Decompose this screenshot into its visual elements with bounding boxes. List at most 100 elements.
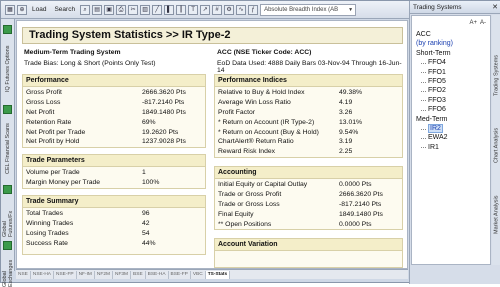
- right-tab-strip: Trading Systems Chart Analysis Market An…: [492, 15, 500, 265]
- table-row: Success Rate 44%: [26, 239, 156, 247]
- settings-icon[interactable]: ⚙: [224, 4, 235, 15]
- trade-summary-section: Trade Summary Total Trades 96 Winning Tra…: [22, 195, 206, 255]
- tree-item-ewa2[interactable]: EWA2: [416, 133, 490, 142]
- tree-item-ir1[interactable]: IR1: [416, 143, 490, 152]
- tree-item-ffo5[interactable]: FFO5: [416, 77, 490, 86]
- search-icon[interactable]: ⌕: [80, 4, 91, 15]
- indicator-select[interactable]: Absolute Breadth Index (AB ▼: [260, 3, 357, 16]
- table-row: Net Profit 1849.1480 Pts: [26, 108, 186, 116]
- tree-item-ffo3[interactable]: FFO3: [416, 96, 490, 105]
- tab-market-analysis[interactable]: Market Analysis: [492, 185, 500, 245]
- save-icon[interactable]: ▣: [104, 4, 115, 15]
- table-row: Reward Risk Index 2.25: [218, 148, 353, 156]
- chart-icon[interactable]: ▥: [140, 4, 151, 15]
- font-decrease-button[interactable]: A-: [480, 20, 486, 26]
- tree-item-ir2[interactable]: IR2: [416, 123, 490, 133]
- tree-item-by-ranking[interactable]: (by ranking): [416, 39, 490, 48]
- table-row: Gross Loss -817.2140 Pts: [26, 99, 185, 107]
- print-icon[interactable]: ⎙: [116, 4, 127, 15]
- performance-section: Performance Gross Profit 2666.3620 Pts Gr…: [22, 74, 206, 148]
- futures-options-icon: [3, 25, 12, 34]
- grid2-icon[interactable]: #: [212, 4, 223, 15]
- tree-item-ffo1[interactable]: FFO1: [416, 68, 490, 77]
- tree-item-ffo2[interactable]: FFO2: [416, 86, 490, 95]
- table-row: Net Profit per Trade 19.2620 Pts: [26, 128, 179, 136]
- tab-trading-systems[interactable]: Trading Systems: [492, 45, 500, 105]
- page-title: Trading System Statistics >> IR Type-2: [22, 27, 403, 44]
- text-icon[interactable]: T: [188, 4, 199, 15]
- ticker-name: ACC (NSE Ticker Code: ACC): [217, 49, 312, 56]
- tab-nse-ha[interactable]: NSE-HA: [31, 270, 54, 279]
- font-increase-button[interactable]: A+: [469, 20, 477, 26]
- performance-indices-section: Performance Indices Relative to Buy & Ho…: [214, 74, 403, 158]
- search-button[interactable]: Search: [51, 6, 78, 13]
- table-row: Gross Profit 2666.3620 Pts: [26, 89, 186, 97]
- top-toolbar: ▦ ⊕ Load Search ⌕ ▤ ▣ ⎙ ✂ ▥ ╱ ▌ ┃ T ↗ # …: [1, 1, 409, 19]
- table-row: Trade or Gross Profit 2666.3620 Pts: [218, 191, 383, 199]
- account-variation-section: Account Variation: [214, 238, 403, 268]
- tab-bse-ha[interactable]: BSE-HA: [146, 270, 169, 279]
- tab-global-futures[interactable]: Global Futures/Fx: [2, 197, 14, 237]
- table-row: Retention Rate 69%: [26, 118, 156, 126]
- tab-nf3m[interactable]: NF3M: [113, 270, 132, 279]
- table-row: Winning Trades 42: [26, 220, 150, 228]
- table-row: Initial Equity or Capital Outlay 0.0000 P…: [218, 181, 372, 189]
- tab-global-exchanges[interactable]: Global Exchanges: [2, 251, 14, 287]
- tree-item-short-term[interactable]: Short-Term: [416, 49, 490, 58]
- sheet-tab-bar: NSE NSE-HA NSE-FP NF-IM NF2M NF3M BSE BS…: [16, 269, 408, 279]
- tab-bse[interactable]: BSE: [131, 270, 146, 279]
- font-size-controls: A+ A-: [412, 16, 490, 30]
- stats-report: Trading System Statistics >> IR Type-2 M…: [16, 20, 408, 269]
- tree-item-med-term[interactable]: Med-Term: [416, 115, 490, 124]
- tab-cel-financial-scans[interactable]: CEL Financial Scans: [2, 119, 14, 179]
- section-heading: Trade Summary: [23, 196, 205, 208]
- table-row: ** Open Positions 0.0000 Pts: [218, 220, 372, 228]
- tab-ts-stats[interactable]: TS-Stats: [205, 270, 231, 279]
- tab-nse[interactable]: NSE: [16, 270, 31, 279]
- trading-systems-panel: Trading Systems ✕ A+ A- ACC (by ranking)…: [409, 1, 500, 284]
- fx-icon[interactable]: ƒ: [248, 4, 259, 15]
- left-tab-strip: IQ Futures Options CEL Financial Scans G…: [1, 19, 15, 287]
- data-used: EoD Data Used: 4888 Daily Bars 03-Nov-94…: [217, 60, 402, 74]
- accounting-section: Accounting Initial Equity or Capital Out…: [214, 166, 403, 230]
- table-row: Final Equity 1849.1480 Pts: [218, 210, 383, 218]
- table-row: Total Trades 96: [26, 210, 150, 218]
- cut-icon[interactable]: ✂: [128, 4, 139, 15]
- close-icon[interactable]: ✕: [492, 1, 498, 14]
- systems-tree: ACC (by ranking) Short-Term FFO4 FFO1 FF…: [412, 30, 490, 152]
- grid-icon[interactable]: ▦: [5, 4, 15, 15]
- tab-iq-futures-options[interactable]: IQ Futures Options: [2, 39, 14, 99]
- load-button[interactable]: Load: [29, 6, 49, 13]
- tab-chart-analysis[interactable]: Chart Analysis: [492, 115, 500, 175]
- arrow-icon[interactable]: ↗: [200, 4, 211, 15]
- global-futures-icon: [3, 185, 12, 194]
- tree-item-ffo6[interactable]: FFO6: [416, 105, 490, 114]
- section-heading: Accounting: [215, 167, 402, 179]
- table-row: Relative to Buy & Hold Index 49.38%: [218, 89, 363, 97]
- open-icon[interactable]: ▤: [92, 4, 103, 15]
- table-row: Profit Factor 3.26: [218, 108, 353, 116]
- table-row: Losing Trades 54: [26, 229, 150, 237]
- table-row: * Return on Account (Buy & Hold) 9.54%: [218, 128, 359, 136]
- table-row: Margin Money per Trade 100%: [26, 179, 160, 187]
- section-heading: Account Variation: [215, 239, 402, 251]
- table-row: Volume per Trade 1: [26, 169, 146, 177]
- indicator-icon[interactable]: ∿: [236, 4, 247, 15]
- table-row: Trade or Gross Loss -817.2140 Pts: [218, 200, 382, 208]
- app-window: ▦ ⊕ Load Search ⌕ ▤ ▣ ⎙ ✂ ▥ ╱ ▌ ┃ T ↗ # …: [0, 0, 500, 287]
- candle-icon[interactable]: ┃: [176, 4, 187, 15]
- tree-item-acc[interactable]: ACC: [416, 30, 490, 39]
- trade-bias: Trade Bias: Long & Short (Points Only Te…: [24, 60, 156, 67]
- table-row: ChartAlert® Return Ratio 3.19: [218, 138, 353, 146]
- financial-scans-icon: [3, 105, 12, 114]
- tab-nf2m[interactable]: NF2M: [95, 270, 113, 279]
- tab-nse-fp[interactable]: NSE-FP: [54, 270, 77, 279]
- trade-parameters-section: Trade Parameters Volume per Trade 1 Margi…: [22, 154, 206, 189]
- tree-item-ffo4[interactable]: FFO4: [416, 58, 490, 67]
- tab-vbc[interactable]: VBC: [191, 270, 206, 279]
- line-icon[interactable]: ╱: [152, 4, 163, 15]
- tab-bse-fp[interactable]: BSE-FP: [169, 270, 191, 279]
- tab-nf-im[interactable]: NF-IM: [77, 270, 95, 279]
- bar-icon[interactable]: ▌: [164, 4, 175, 15]
- zoom-icon[interactable]: ⊕: [17, 4, 27, 15]
